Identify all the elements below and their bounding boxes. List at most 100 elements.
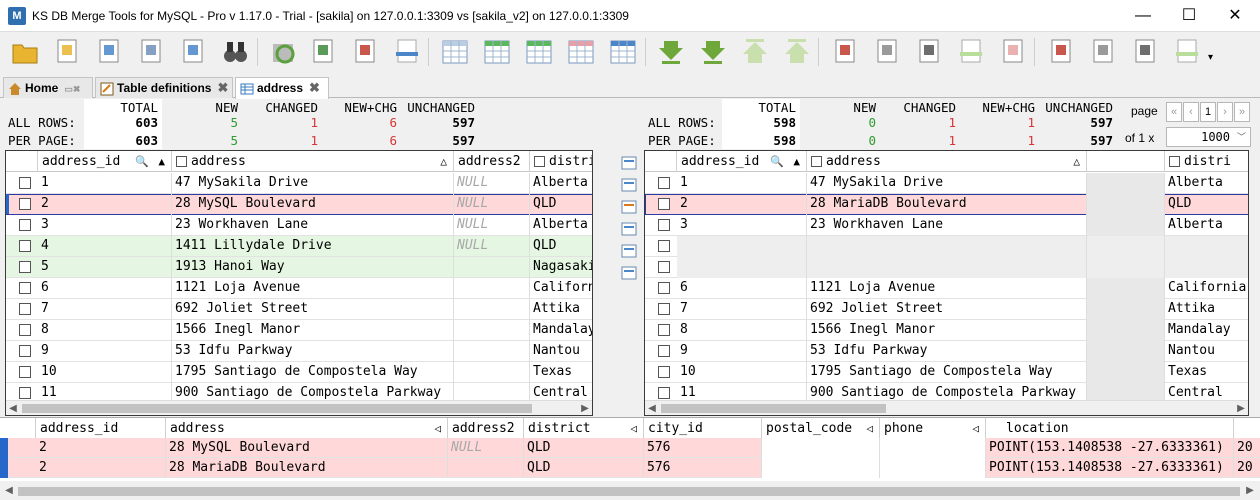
column-header[interactable]: postal_code ◁ [762, 418, 880, 439]
column-header[interactable] [1087, 151, 1165, 172]
first-page-button[interactable]: « [1166, 102, 1182, 122]
right-scroll-right-icon[interactable]: ▶ [1234, 401, 1248, 415]
header-checkbox[interactable] [534, 156, 545, 167]
open-folder-icon[interactable] [10, 36, 40, 68]
table-row[interactable]: 1 47 MySakila Drive NULL Alberta [6, 173, 592, 194]
row-properties-icon[interactable] [621, 178, 637, 192]
sort-icon[interactable]: ◁ [630, 418, 637, 439]
per-page-select[interactable]: 1000 ﹀ [1166, 127, 1251, 147]
page-number-input[interactable]: 1 [1200, 102, 1216, 122]
merge-up-icon[interactable] [740, 36, 770, 68]
table-row[interactable]: 8 1566 Inegl Manor Mandalay [6, 320, 592, 341]
left-scroll-thumb[interactable] [22, 404, 532, 413]
row-checkbox[interactable] [19, 366, 31, 378]
detail-hscroll[interactable]: ◀ ▶ [0, 481, 1260, 500]
sort-icon[interactable]: △ [1073, 151, 1080, 172]
refresh-icon[interactable] [268, 36, 298, 68]
column-header[interactable]: address △ [807, 151, 1087, 172]
row-checkbox[interactable] [658, 198, 670, 210]
tab-close-icon[interactable]: ✖ [217, 78, 228, 98]
table-row[interactable]: 7 692 Joliet Street Attika [6, 299, 592, 320]
grid-green2-icon[interactable] [524, 36, 554, 68]
row-checkbox[interactable] [19, 240, 31, 252]
tab-address[interactable]: address ✖ [235, 77, 329, 99]
scroll-thumb[interactable] [18, 487, 1240, 496]
merge-down-icon[interactable] [656, 36, 686, 68]
compare-icon[interactable] [94, 36, 124, 68]
column-header[interactable]: address_id ▲ 🔍 [677, 151, 807, 172]
detail-grid[interactable]: address_id address ◁ address2 district ◁ city_… [0, 417, 1260, 481]
tab-table-definitions[interactable]: Table definitions ✖ [95, 77, 233, 98]
merge-down2-icon[interactable] [698, 36, 728, 68]
grid-green-icon[interactable] [482, 36, 512, 68]
table-row[interactable] [645, 257, 1248, 278]
link-doc-icon[interactable] [914, 36, 944, 68]
doc-icon[interactable] [872, 36, 902, 68]
column-header[interactable]: address_id [36, 418, 166, 439]
sort-icon[interactable]: ◁ [972, 418, 979, 439]
table-row[interactable]: 10 1795 Santiago de Compostela Way Texas [6, 362, 592, 383]
row-checkbox[interactable] [658, 303, 670, 315]
tab-close-icon[interactable]: ✖ [309, 78, 320, 98]
prev-page-button[interactable]: ‹ [1183, 102, 1199, 122]
pin-icon[interactable]: ▭✖ [64, 79, 80, 99]
row-checkbox[interactable] [658, 261, 670, 273]
copy-right-icon[interactable] [956, 36, 986, 68]
link-doc2-icon[interactable] [1130, 36, 1160, 68]
compare-rows-icon[interactable] [621, 200, 637, 214]
column-header[interactable]: address △ [172, 151, 454, 172]
table-row[interactable] [645, 236, 1248, 257]
merge-up2-icon[interactable] [782, 36, 812, 68]
table-row[interactable]: 6 1121 Loja Avenue California [6, 278, 592, 299]
table-row[interactable]: 1 47 MySakila Drive Alberta [645, 173, 1248, 194]
header-checkbox[interactable] [1169, 156, 1180, 167]
script-icon[interactable] [350, 36, 380, 68]
maximize-button[interactable]: ☐ [1166, 0, 1212, 32]
toolbar-more-icon[interactable]: ▾ [1208, 52, 1213, 63]
left-scroll-left-icon[interactable]: ◀ [6, 401, 20, 415]
next-page-button[interactable]: › [1217, 102, 1233, 122]
column-header[interactable]: distri [530, 151, 592, 172]
table-row[interactable]: 4 1411 Lillydale Drive NULL QLD [6, 236, 592, 257]
detail-row[interactable]: 2 28 MariaDB Boulevard QLD 576 POINT(153.140… [0, 458, 1260, 478]
column-header[interactable] [1234, 418, 1260, 439]
tab-home[interactable]: Home ▭✖ [3, 77, 93, 98]
grid-red-icon[interactable] [566, 36, 596, 68]
left-grid[interactable]: address_id ▲ 🔍 address △ address2 distri 1 47 My… [5, 150, 593, 416]
header-checkbox[interactable] [811, 156, 822, 167]
column-header[interactable]: distri [1165, 151, 1248, 172]
row-checkbox[interactable] [19, 324, 31, 336]
detail-row[interactable]: 2 28 MySQL Boulevard NULL QLD 576 POINT(153.1… [0, 438, 1260, 458]
column-header[interactable]: address ◁ [166, 418, 448, 439]
grid-plain-icon[interactable] [440, 36, 470, 68]
row-checkbox[interactable] [658, 345, 670, 357]
table-row[interactable]: 7 692 Joliet Street Attika [645, 299, 1248, 320]
select-all-icon[interactable] [621, 156, 637, 170]
sort-icon[interactable]: ◁ [866, 418, 873, 439]
sort-icon[interactable]: ▲ [793, 151, 800, 172]
close-button[interactable]: ✕ [1212, 0, 1258, 32]
row-checkbox[interactable] [19, 387, 31, 399]
table-row[interactable]: 8 1566 Inegl Manor Mandalay [645, 320, 1248, 341]
column-header[interactable]: address2 [454, 151, 530, 172]
options-icon[interactable] [621, 266, 637, 280]
right-grid-hscroll[interactable]: ◀ ▶ [645, 400, 1248, 415]
check-doc-icon[interactable] [830, 36, 860, 68]
table-row[interactable]: 2 28 MariaDB Boulevard QLD [645, 194, 1248, 215]
copy-document-icon[interactable] [392, 36, 422, 68]
select-icon[interactable] [136, 36, 166, 68]
scroll-left-icon[interactable]: ◀ [2, 483, 16, 498]
row-checkbox[interactable] [19, 282, 31, 294]
left-scroll-right-icon[interactable]: ▶ [578, 401, 592, 415]
column-header[interactable]: location [986, 418, 1234, 439]
row-checkbox[interactable] [19, 219, 31, 231]
row-checkbox[interactable] [658, 240, 670, 252]
table-row[interactable]: 6 1121 Loja Avenue California [645, 278, 1248, 299]
table-row[interactable]: 5 1913 Hanoi Way Nagasaki [6, 257, 592, 278]
column-header[interactable]: address2 [448, 418, 524, 439]
column-header[interactable]: city_id [644, 418, 762, 439]
row-checkbox[interactable] [658, 219, 670, 231]
row-checkbox[interactable] [658, 282, 670, 294]
copy-rows-icon[interactable] [621, 222, 637, 236]
row-checkbox[interactable] [658, 387, 670, 399]
